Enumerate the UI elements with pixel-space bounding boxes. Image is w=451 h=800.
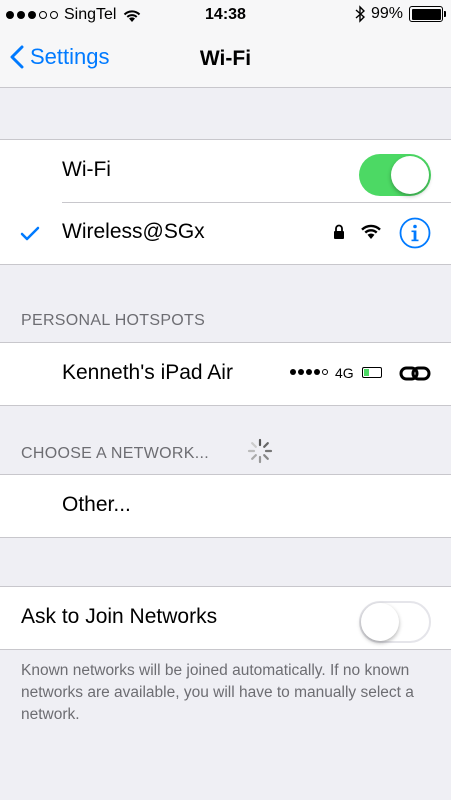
wifi-toggle-switch[interactable]: [359, 154, 431, 196]
hotspots-group: Kenneth's iPad Air 4G: [0, 342, 451, 406]
hotspot-battery-icon: [362, 367, 382, 378]
hotspot-signal-icon: [290, 369, 328, 375]
hotspot-name: Kenneth's iPad Air: [62, 361, 233, 384]
wifi-strength-icon: [361, 224, 381, 239]
bluetooth-icon: [355, 5, 365, 23]
other-network-label: Other...: [62, 493, 131, 516]
ask-join-row: Ask to Join Networks: [0, 587, 451, 649]
hotspot-network-type: 4G: [335, 365, 354, 381]
battery-icon: [409, 6, 446, 22]
checkmark-icon: [20, 226, 40, 241]
ask-join-group: Ask to Join Networks: [0, 586, 451, 650]
personal-hotspots-header: PERSONAL HOTSPOTS: [21, 312, 206, 329]
ask-join-label: Ask to Join Networks: [21, 605, 218, 628]
other-network-row[interactable]: Other...: [0, 475, 451, 537]
ask-join-footer-text: Known networks will be joined automatica…: [21, 662, 414, 723]
info-icon[interactable]: [399, 217, 431, 249]
battery-percent: 99%: [370, 5, 403, 22]
link-icon: [399, 366, 431, 381]
page-title: Wi-Fi: [199, 47, 252, 70]
choose-network-group: Other...: [0, 474, 451, 538]
connected-network-name: Wireless@SGx: [62, 220, 205, 243]
choose-network-header: CHOOSE A NETWORK...: [21, 445, 209, 462]
wifi-toggle-label: Wi-Fi: [62, 158, 111, 181]
loading-spinner-icon: [247, 438, 273, 464]
connected-network-row[interactable]: Wireless@SGx: [0, 202, 451, 264]
ask-join-toggle-switch[interactable]: [359, 601, 431, 643]
wifi-group: Wi-Fi Wireless@SGx: [0, 139, 451, 265]
status-bar: SingTel 14:38 99%: [0, 0, 451, 32]
lock-icon: [334, 224, 344, 239]
navigation-bar: Settings Wi-Fi: [0, 32, 451, 88]
hotspot-row[interactable]: Kenneth's iPad Air 4G: [0, 343, 451, 405]
wifi-toggle-row: Wi-Fi: [0, 140, 451, 202]
status-right: 99%: [355, 5, 446, 23]
